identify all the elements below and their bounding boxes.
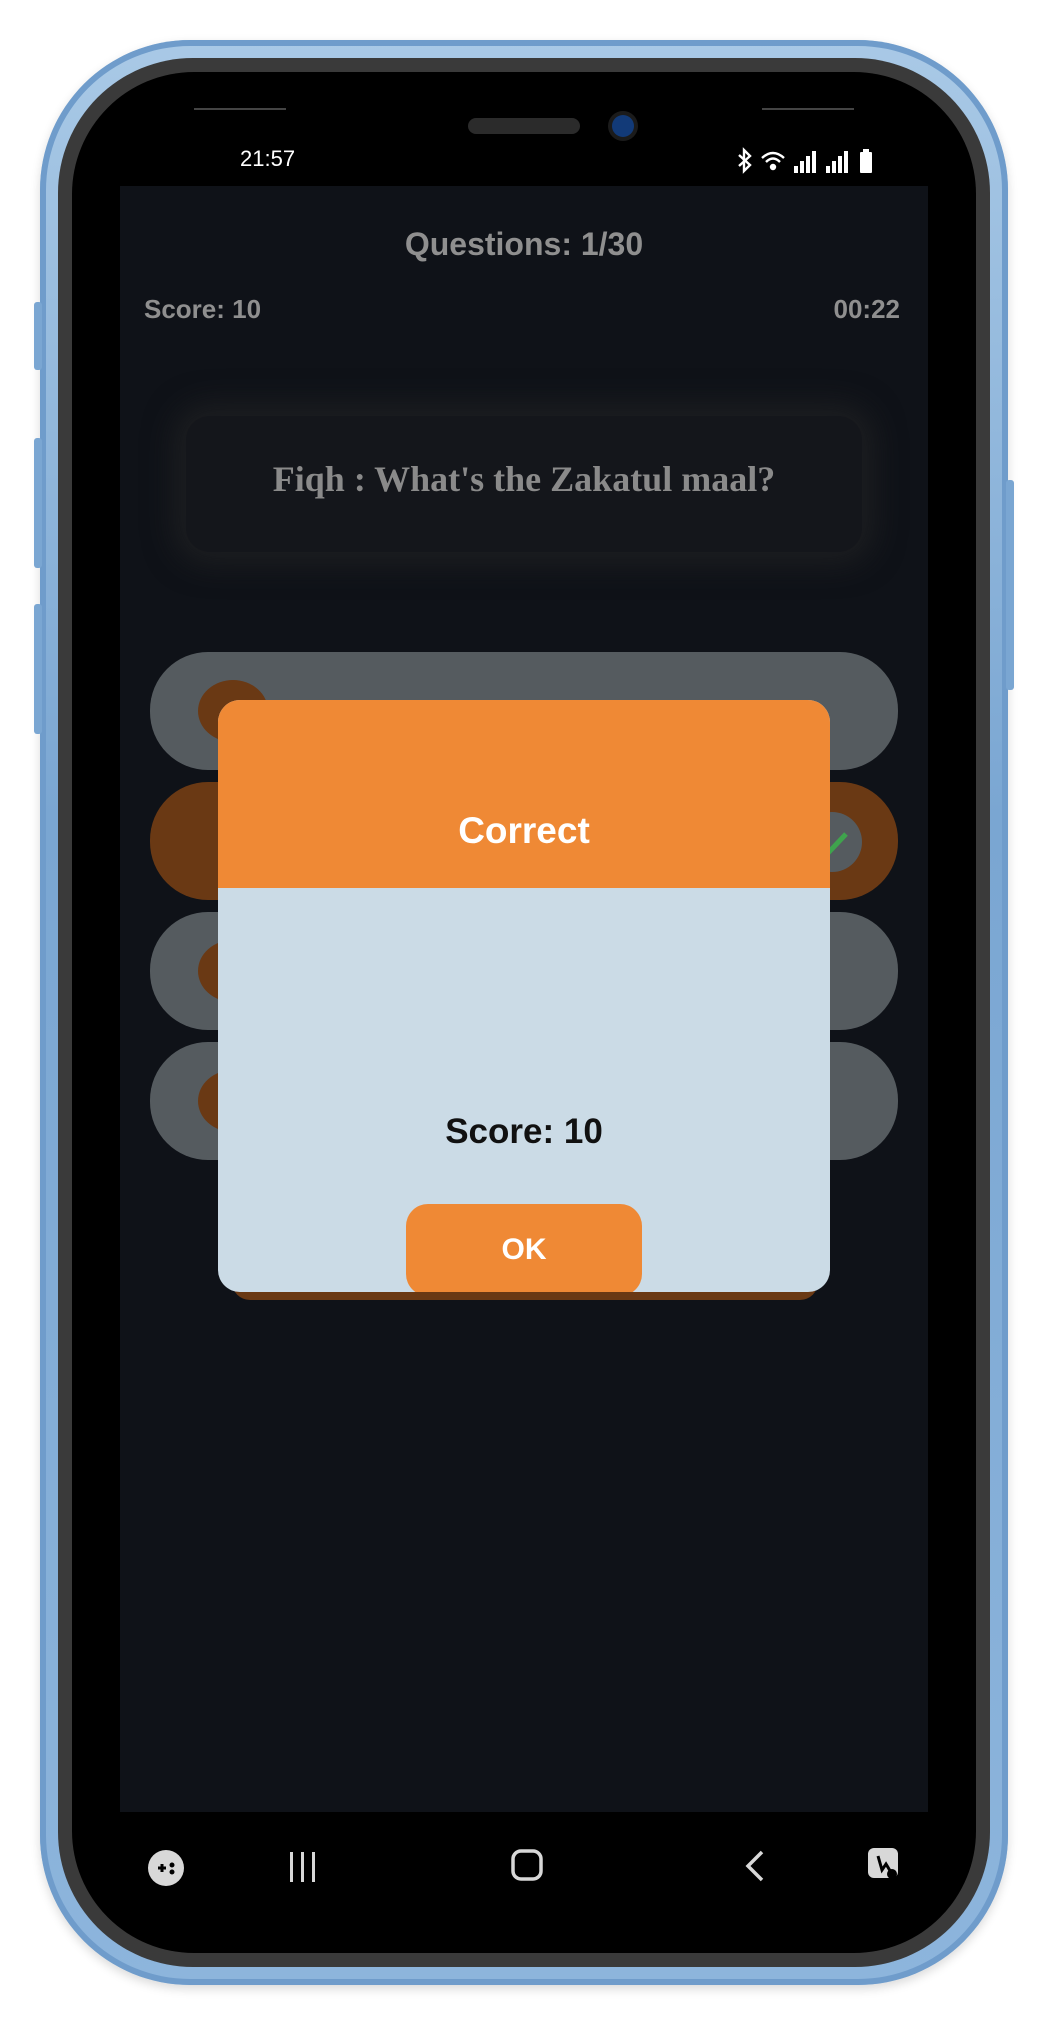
dialog-header [218,700,830,888]
signal-icon [794,151,816,173]
app-screen: Questions: 1/30 Score: 10 00:22 Fiqh : W… [120,186,928,1812]
ok-button[interactable]: OK [406,1204,642,1292]
home-icon[interactable] [510,1848,544,1882]
back-icon[interactable] [740,1848,770,1884]
score-label: Score: 10 [144,294,262,324]
volume-button [34,604,42,734]
bluetooth-icon [738,147,752,174]
recent-apps-icon[interactable] [288,1850,318,1884]
speaker [468,118,580,134]
dialog-score: Score: 10 [445,1112,603,1151]
wifi-icon [761,151,785,171]
status-time: 21:57 [240,146,296,171]
timer-label: 00:22 [833,294,901,324]
battery-icon [860,149,872,173]
result-dialog: Correct Score: 10 OK [218,700,830,1292]
question-counter: Questions: 1/30 [404,226,644,262]
front-camera [612,115,634,137]
bezel-line [762,108,854,110]
volume-button [34,302,42,370]
volume-button [34,438,42,568]
navigation-bar [120,1812,928,1922]
game-launcher-icon[interactable] [148,1850,184,1886]
dialog-title: Correct [458,810,590,851]
status-icons [738,147,872,174]
power-button [1006,480,1014,690]
assistant-icon[interactable] [864,1844,904,1884]
bezel-line [194,108,286,110]
question-text: Fiqh : What's the Zakatul maal? [272,459,776,499]
signal-icon [826,151,848,173]
